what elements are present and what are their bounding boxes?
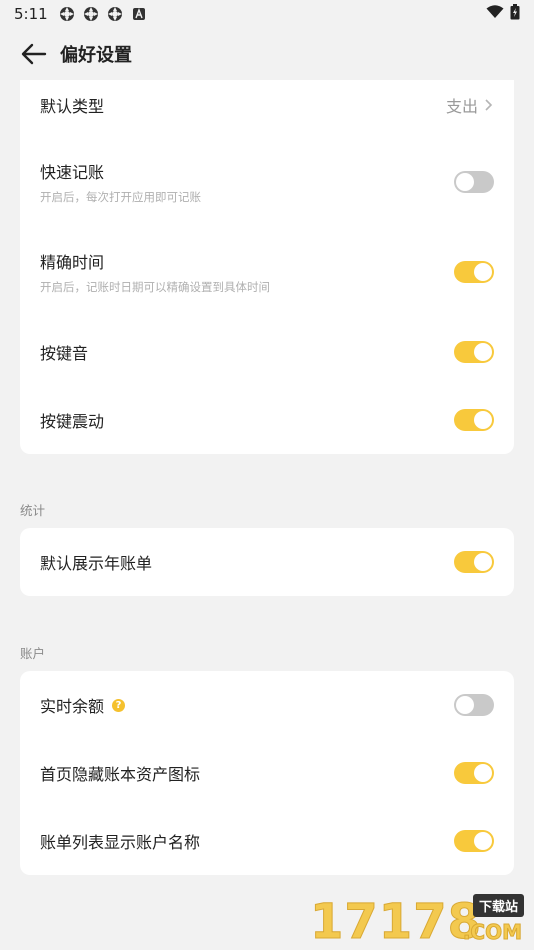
watermark-suffix: .COM xyxy=(462,920,522,945)
back-button[interactable] xyxy=(18,38,50,70)
stats-section-label: 统计 xyxy=(20,503,46,518)
key-sound-row: 按键音 xyxy=(20,328,514,376)
default-type-value: 支出 xyxy=(445,97,478,116)
quick-record-desc: 开启后，每次打开应用即可记账 xyxy=(40,190,201,204)
app-notification-icon xyxy=(82,5,100,23)
default-type-row[interactable]: 默认类型 支出 xyxy=(20,80,514,130)
stats-card: 默认展示年账单 xyxy=(20,528,514,596)
precise-time-desc: 开启后，记账时日期可以精确设置到具体时间 xyxy=(40,280,270,294)
page-title: 偏好设置 xyxy=(60,45,132,66)
quick-record-toggle[interactable] xyxy=(454,171,494,193)
show-account-name-label: 账单列表显示账户名称 xyxy=(40,833,201,852)
general-settings-card: 默认类型 支出 快速记账 开启后，每次打开应用即可记账 精确时间 开启后，记账时… xyxy=(20,80,514,454)
app-bar: 偏好设置 xyxy=(0,28,534,80)
site-watermark: 17178 下载站 .COM xyxy=(306,890,528,950)
status-bar: 5:11 xyxy=(0,0,534,28)
key-sound-toggle[interactable] xyxy=(454,341,494,363)
status-time: 5:11 xyxy=(14,5,48,23)
account-section-label: 账户 xyxy=(20,646,46,661)
precise-time-toggle[interactable] xyxy=(454,261,494,283)
wifi-icon xyxy=(486,5,504,23)
key-vibration-row: 按键震动 xyxy=(20,396,514,444)
realtime-balance-label: 实时余额 xyxy=(40,697,105,716)
chevron-right-icon xyxy=(485,99,493,111)
watermark-digits: 17178 xyxy=(310,894,482,950)
quick-record-row: 快速记账 开启后，每次打开应用即可记账 xyxy=(20,154,514,210)
arrow-left-icon xyxy=(21,43,47,65)
hide-assets-icon-toggle[interactable] xyxy=(454,762,494,784)
realtime-balance-row: 实时余额 ? xyxy=(20,681,514,729)
quick-record-label: 快速记账 xyxy=(40,163,105,182)
key-sound-label: 按键音 xyxy=(40,344,89,363)
status-right xyxy=(486,4,520,24)
realtime-balance-toggle[interactable] xyxy=(454,694,494,716)
key-vibration-toggle[interactable] xyxy=(454,409,494,431)
account-card: 实时余额 ? 首页隐藏账本资产图标 账单列表显示账户名称 xyxy=(20,671,514,875)
show-account-name-row: 账单列表显示账户名称 xyxy=(20,817,514,865)
text-a-icon xyxy=(130,5,148,23)
default-year-bill-toggle[interactable] xyxy=(454,551,494,573)
key-vibration-label: 按键震动 xyxy=(40,412,105,431)
default-year-bill-label: 默认展示年账单 xyxy=(40,554,153,573)
app-notification-icon xyxy=(106,5,124,23)
realtime-balance-label-wrap: 实时余额 ? xyxy=(40,693,126,717)
hide-assets-icon-label: 首页隐藏账本资产图标 xyxy=(40,765,201,784)
app-notification-icon xyxy=(58,5,76,23)
default-year-bill-row: 默认展示年账单 xyxy=(20,528,514,596)
default-type-label: 默认类型 xyxy=(40,97,105,116)
watermark-tag: 下载站 xyxy=(472,894,524,917)
battery-charging-icon xyxy=(510,4,520,24)
show-account-name-toggle[interactable] xyxy=(454,830,494,852)
question-help-icon[interactable]: ? xyxy=(112,698,126,712)
precise-time-label: 精确时间 xyxy=(40,253,105,272)
hide-assets-icon-row: 首页隐藏账本资产图标 xyxy=(20,749,514,797)
precise-time-row: 精确时间 开启后，记账时日期可以精确设置到具体时间 xyxy=(20,244,514,300)
